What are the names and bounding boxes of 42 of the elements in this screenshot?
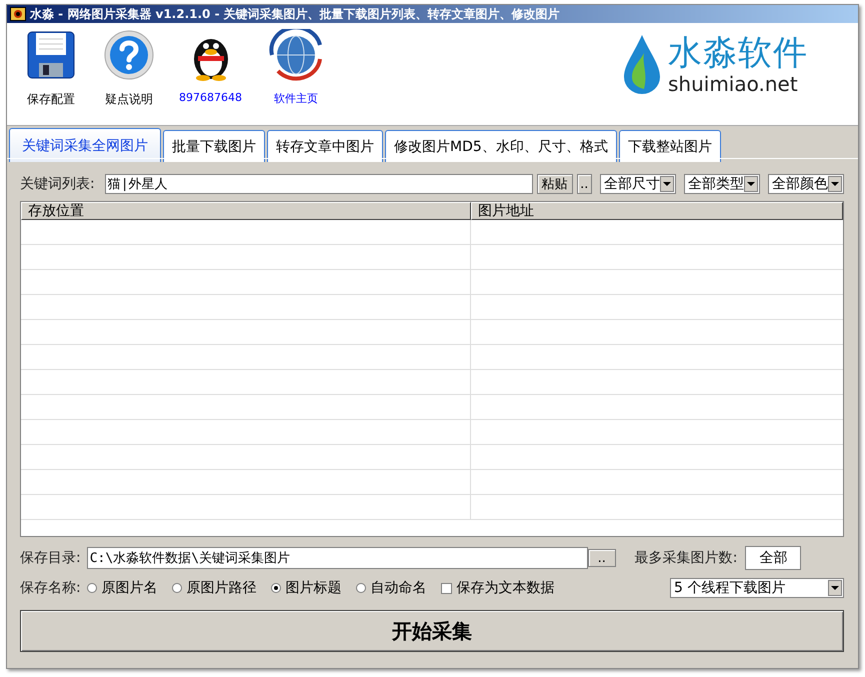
start-button[interactable]: 开始采集 xyxy=(20,610,844,652)
save-dir-field[interactable]: C:\水淼软件数据\关键词采集图片 xyxy=(86,547,588,569)
max-count-field[interactable]: 全部 xyxy=(745,546,802,570)
radio-button[interactable] xyxy=(172,583,182,593)
keyword-field[interactable]: 猫|外星人 xyxy=(104,174,533,194)
tab[interactable]: 修改图片MD5、水印、尺寸、格式 xyxy=(385,130,617,162)
water-drop-logo-icon xyxy=(622,33,662,95)
save-name-label: 保存名称: xyxy=(20,579,81,597)
tab[interactable]: 转存文章中图片 xyxy=(267,130,383,162)
toolbar-label[interactable]: 保存配置 xyxy=(27,91,75,108)
radio-label[interactable]: 原图片路径 xyxy=(186,579,257,597)
tab[interactable]: 批量下载图片 xyxy=(163,130,265,162)
filter-dropdown[interactable]: 全部尺寸 xyxy=(600,174,676,194)
window-title: 水淼 - 网络图片采集器 v1.2.1.0 - 关键词采集图片、批量下载图片列表、转存文章图片、修改图片 xyxy=(30,6,560,22)
toolbar-link[interactable]: 软件主页 xyxy=(274,91,318,106)
radio-label[interactable]: 原图片名 xyxy=(102,579,158,597)
save-dir-label: 保存目录: xyxy=(20,549,81,567)
toolbar-link[interactable]: 897687648 xyxy=(179,91,242,104)
column-header[interactable]: 图片地址 xyxy=(471,202,843,220)
filter-dropdown[interactable]: 全部颜色 xyxy=(768,174,844,194)
radio-label[interactable]: 图片标题 xyxy=(286,579,342,597)
radio-button[interactable] xyxy=(356,583,366,593)
tab[interactable]: 关键词采集全网图片 xyxy=(9,128,161,162)
filter-dropdown[interactable]: 全部类型 xyxy=(684,174,760,194)
checkbox-label[interactable]: 保存为文本数据 xyxy=(456,579,555,597)
browse-button[interactable]: .. xyxy=(576,174,592,194)
browse-button[interactable]: .. xyxy=(588,549,616,567)
column-header[interactable]: 存放位置 xyxy=(21,202,471,220)
tab[interactable]: 下载整站图片 xyxy=(618,130,721,162)
max-count-label: 最多采集图片数: xyxy=(634,549,738,567)
checkbox[interactable] xyxy=(440,582,452,594)
radio-button[interactable] xyxy=(270,583,281,593)
toolbar-label[interactable]: 疑点说明 xyxy=(105,91,153,108)
radio-button[interactable] xyxy=(86,583,97,593)
logo-name: 水淼软件 xyxy=(668,33,808,73)
keyword-list-label: 关键词列表: xyxy=(20,175,95,193)
logo-domain: shuimiao.net xyxy=(668,73,799,95)
app-icon xyxy=(10,7,26,21)
thread-count-dropdown[interactable]: 5 个线程下载图片 xyxy=(670,578,844,598)
help-icon[interactable] xyxy=(103,29,155,81)
paste-button[interactable]: 粘贴 xyxy=(536,174,573,194)
radio-label[interactable]: 自动命名 xyxy=(370,579,427,597)
